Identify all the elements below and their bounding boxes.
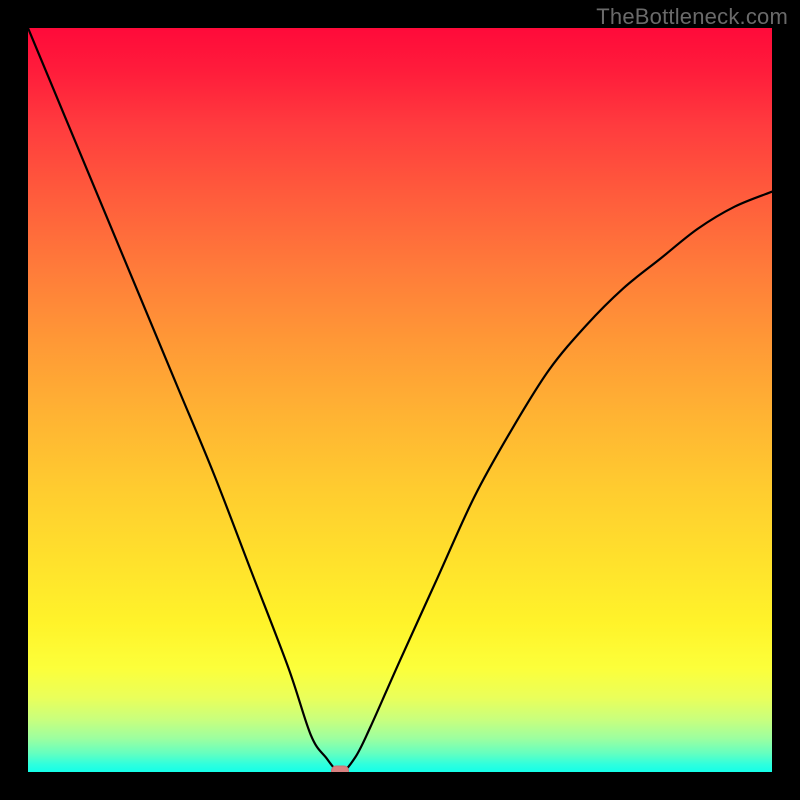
- chart-curve: [28, 28, 772, 772]
- chart-plot-area: [28, 28, 772, 772]
- bottleneck-curve-path: [28, 28, 772, 772]
- optimum-marker: [331, 766, 349, 773]
- watermark-label: TheBottleneck.com: [596, 4, 788, 30]
